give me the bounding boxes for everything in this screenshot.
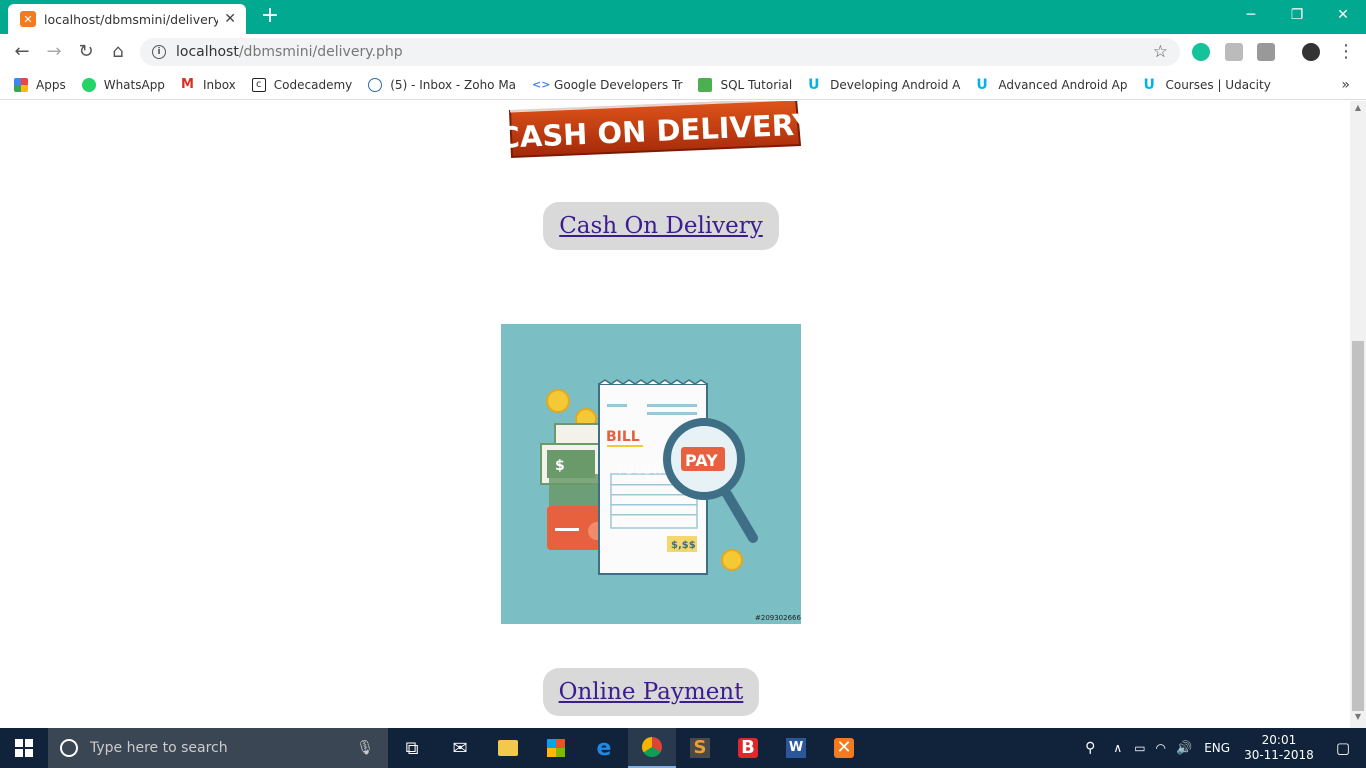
- bookmark-sql-tutorial[interactable]: SQL Tutorial: [698, 77, 792, 92]
- bookmark-star-icon[interactable]: ☆: [1153, 42, 1168, 62]
- bookmark-developing-android[interactable]: U Developing Android A: [808, 78, 960, 92]
- browser-tab[interactable]: ✕ localhost/dbmsmini/delivery.php ✕: [8, 4, 246, 34]
- scroll-up-icon[interactable]: ▲: [1350, 103, 1366, 117]
- task-view-icon[interactable]: ⧉: [388, 728, 436, 768]
- show-hidden-icons-icon[interactable]: ∧: [1113, 741, 1122, 755]
- notifications-icon[interactable]: ▢: [1336, 739, 1350, 757]
- site-info-icon[interactable]: i: [152, 45, 166, 59]
- udacity-icon: U: [976, 76, 988, 93]
- online-payment-image[interactable]: $ BILL $,$$ fotolia PAY #209302666: [501, 324, 801, 624]
- whatsapp-icon: [81, 77, 96, 92]
- google-developers-icon: <>: [532, 77, 551, 91]
- apps-grid-icon: [14, 77, 28, 92]
- minimize-button[interactable]: ─: [1228, 0, 1274, 30]
- microphone-icon[interactable]: 🎙: [356, 740, 374, 756]
- restore-button[interactable]: ❐: [1274, 0, 1320, 30]
- bookmark-google-developers[interactable]: <> Google Developers Tr: [532, 78, 682, 92]
- back-button[interactable]: ←: [10, 40, 34, 64]
- sql-tutorial-icon: [698, 77, 713, 92]
- coin-icon: [546, 389, 570, 413]
- online-payment-link[interactable]: Online Payment: [559, 679, 744, 705]
- bookmark-courses-udacity[interactable]: U Courses | Udacity: [1143, 78, 1270, 92]
- browser-toolbar: ← → ↻ ⌂ i localhost/dbmsmini/delivery.ph…: [0, 34, 1366, 70]
- cash-on-delivery-pill: Cash On Delivery: [543, 202, 779, 250]
- codecademy-icon: c: [251, 77, 266, 92]
- zoho-mail-icon: [368, 77, 383, 92]
- address-bar[interactable]: i localhost/dbmsmini/delivery.php ☆: [140, 38, 1180, 66]
- bookmark-advanced-android[interactable]: U Advanced Android Ap: [976, 78, 1127, 92]
- clock-time: 20:01: [1261, 733, 1297, 747]
- xampp-icon[interactable]: ✕: [820, 728, 868, 768]
- scroll-thumb[interactable]: [1352, 341, 1364, 711]
- extension-icon[interactable]: [1257, 43, 1275, 61]
- word-icon[interactable]: W: [772, 728, 820, 768]
- mail-app-icon[interactable]: ✉: [436, 728, 484, 768]
- online-payment-pill: Online Payment: [543, 668, 759, 716]
- start-button[interactable]: [0, 728, 48, 768]
- xampp-favicon-icon: ✕: [20, 11, 36, 27]
- home-button[interactable]: ⌂: [106, 40, 130, 64]
- b-app-icon[interactable]: B: [724, 728, 772, 768]
- scroll-down-icon[interactable]: ▼: [1350, 712, 1366, 726]
- battery-icon[interactable]: ▭: [1134, 741, 1145, 755]
- close-window-button[interactable]: ✕: [1320, 0, 1366, 30]
- url-text: localhost/dbmsmini/delivery.php: [176, 44, 403, 60]
- page-viewport: CASH ON DELIVERY Cash On Delivery $ BILL: [0, 101, 1350, 728]
- udacity-icon: U: [808, 76, 820, 93]
- clock-date: 30-11-2018: [1244, 748, 1314, 762]
- cortana-icon: [60, 739, 78, 757]
- wifi-icon[interactable]: ◠: [1156, 741, 1166, 755]
- chrome-menu-icon[interactable]: ⋮: [1334, 40, 1358, 64]
- bookmark-zoho[interactable]: (5) - Inbox - Zoho Ma: [368, 77, 516, 92]
- new-tab-button[interactable]: +: [258, 4, 282, 28]
- edge-browser-icon[interactable]: e: [580, 728, 628, 768]
- amount-label: $,$$: [671, 540, 696, 551]
- bookmark-inbox[interactable]: M Inbox: [180, 76, 236, 92]
- bookmarks-overflow-icon[interactable]: »: [1341, 77, 1350, 93]
- tab-close-icon[interactable]: ✕: [224, 11, 236, 27]
- browser-tab-bar: ✕ localhost/dbmsmini/delivery.php ✕ + ─ …: [0, 0, 1366, 34]
- language-indicator[interactable]: ENG: [1204, 741, 1230, 755]
- tab-title: localhost/dbmsmini/delivery.php: [44, 11, 219, 27]
- microsoft-store-icon[interactable]: [532, 728, 580, 768]
- file-explorer-icon[interactable]: [484, 728, 532, 768]
- pay-label: PAY: [685, 451, 718, 470]
- page-scrollbar[interactable]: ▲ ▼: [1350, 101, 1366, 728]
- extension-icon[interactable]: [1225, 43, 1243, 61]
- reload-button[interactable]: ↻: [74, 40, 98, 64]
- bookmark-apps[interactable]: Apps: [14, 77, 66, 92]
- people-icon[interactable]: ⚲: [1085, 740, 1095, 756]
- windows-logo-icon: [15, 739, 33, 757]
- system-tray: ⚲ ∧ ▭ ◠ 🔊 ENG 20:01 30-11-2018 ▢: [1085, 728, 1366, 768]
- bookmark-codecademy[interactable]: c Codecademy: [251, 77, 352, 92]
- chrome-browser-icon[interactable]: [628, 728, 676, 768]
- volume-icon[interactable]: 🔊: [1176, 741, 1192, 756]
- windows-taskbar: Type here to search 🎙 ⧉ ✉ e S B W ✕ ⚲ ∧ …: [0, 728, 1366, 768]
- sublime-text-icon[interactable]: S: [676, 728, 724, 768]
- bill-label: BILL: [606, 429, 640, 445]
- bookmark-whatsapp[interactable]: WhatsApp: [81, 77, 165, 92]
- bookmarks-bar: Apps WhatsApp M Inbox c Codecademy (5) -…: [0, 70, 1366, 100]
- coin-icon: [721, 549, 743, 571]
- gmail-icon: M: [180, 76, 194, 92]
- clock[interactable]: 20:01 30-11-2018: [1244, 733, 1314, 763]
- taskbar-search-box[interactable]: Type here to search 🎙: [48, 728, 388, 768]
- cash-on-delivery-banner-image: CASH ON DELIVERY: [506, 101, 802, 159]
- grammarly-extension-icon[interactable]: [1192, 43, 1210, 61]
- search-placeholder: Type here to search: [90, 740, 228, 756]
- profile-avatar[interactable]: [1302, 43, 1320, 61]
- svg-text:$: $: [555, 458, 565, 474]
- forward-button[interactable]: →: [42, 40, 66, 64]
- stock-id-label: #209302666: [755, 614, 801, 622]
- udacity-icon: U: [1143, 76, 1155, 93]
- cash-on-delivery-link[interactable]: Cash On Delivery: [559, 213, 763, 239]
